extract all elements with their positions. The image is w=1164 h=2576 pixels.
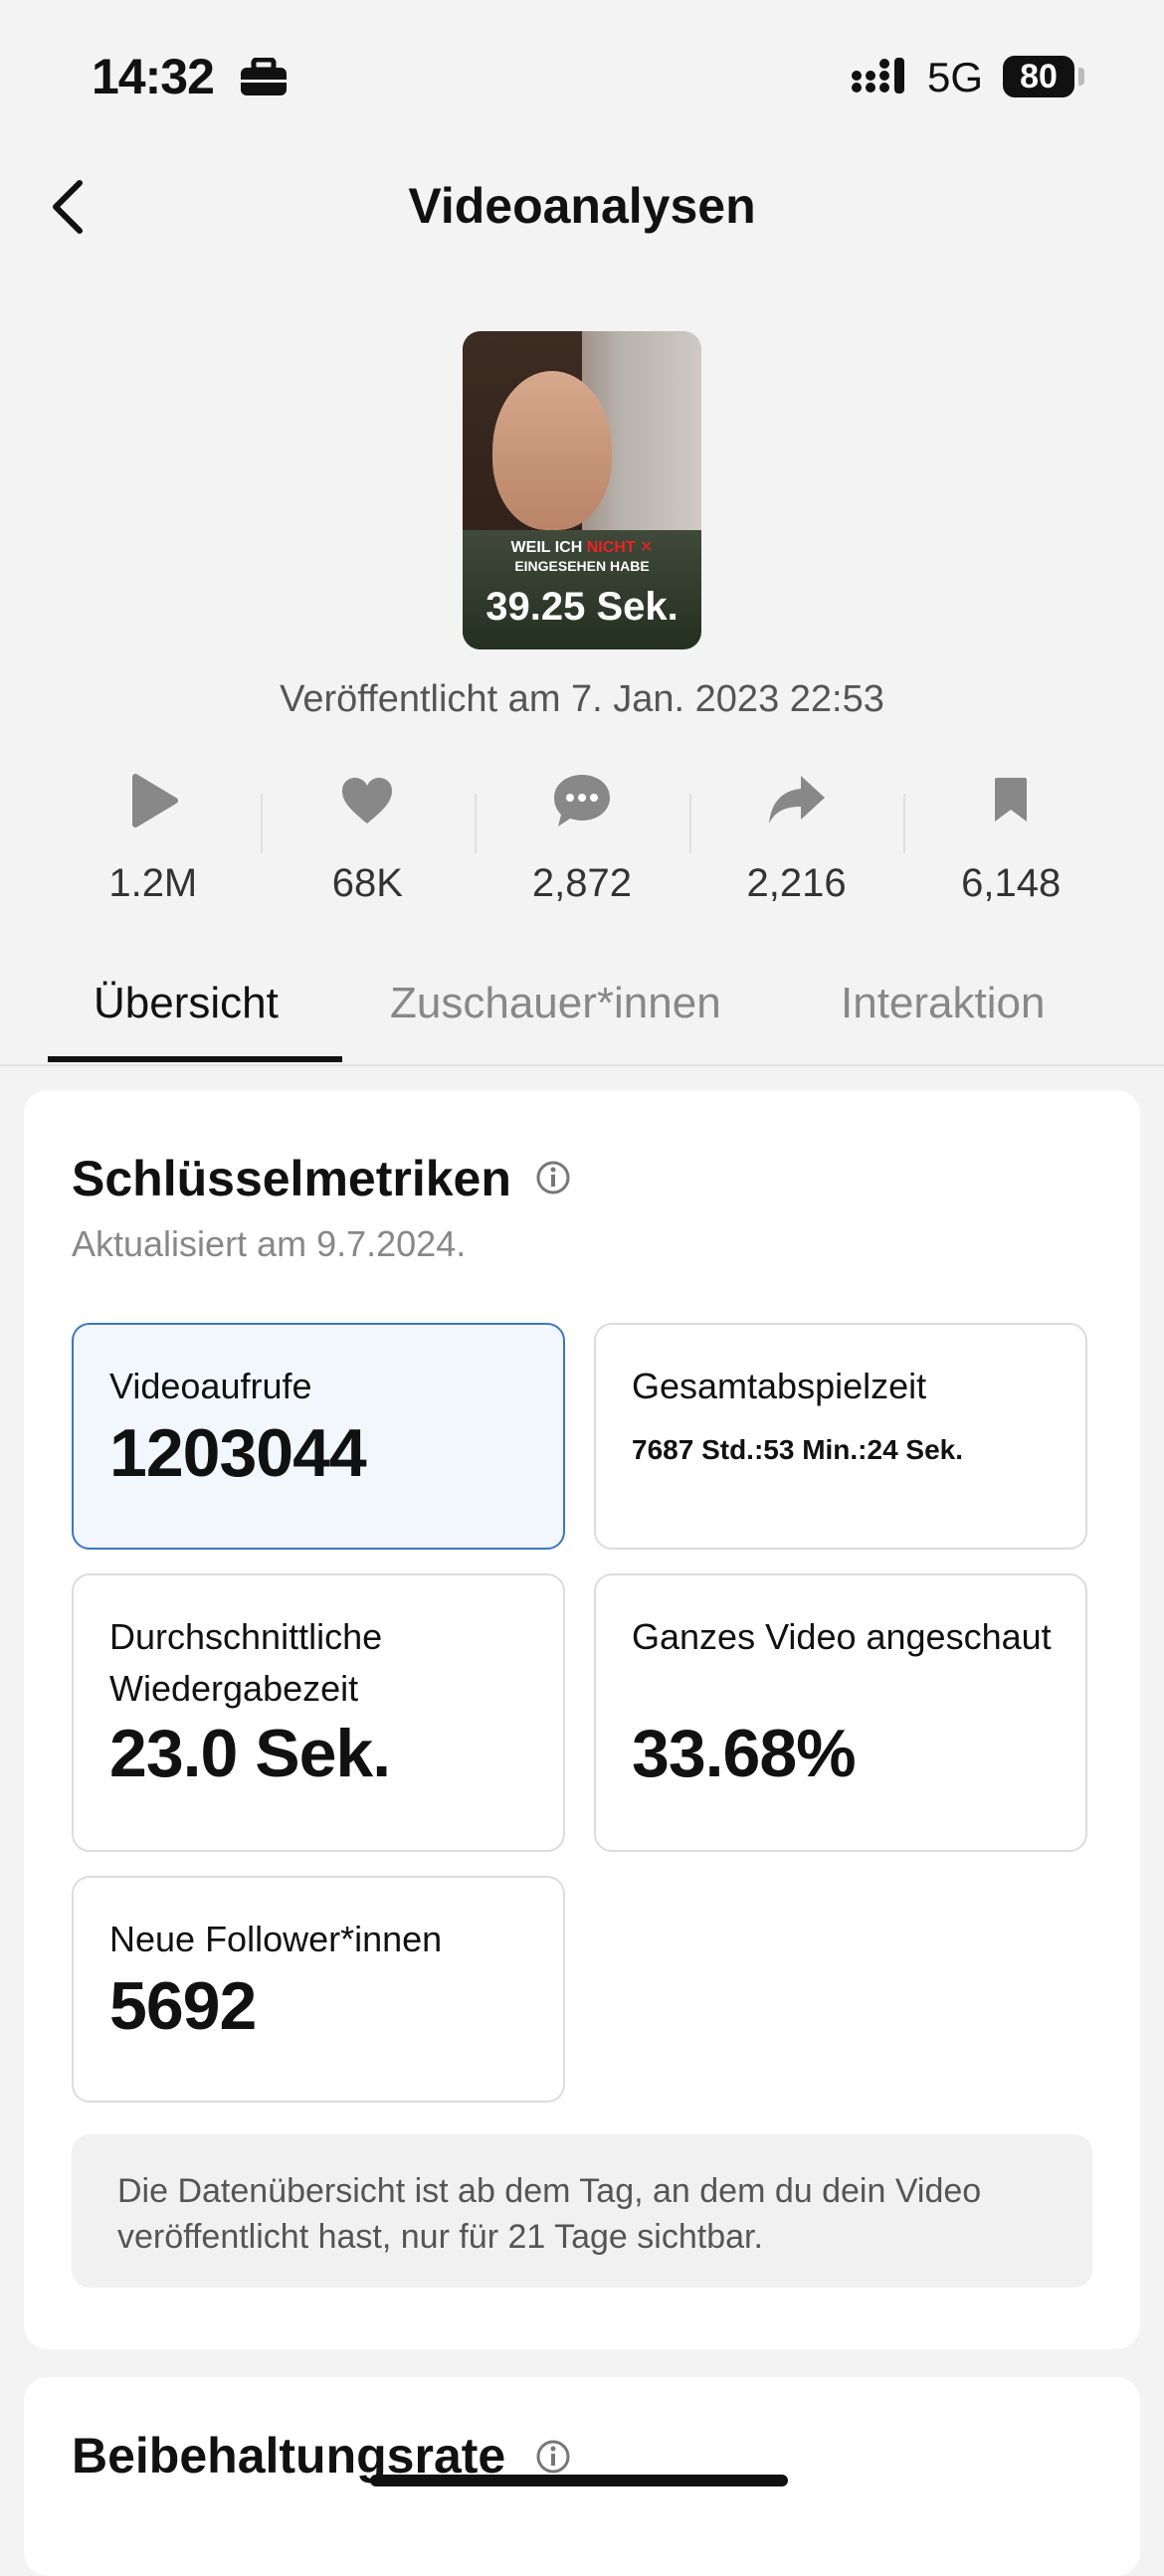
metric-label: Durchschnittliche Wiedergabezeit [109, 1616, 383, 1709]
share-icon [768, 776, 825, 824]
comment-icon [553, 775, 610, 827]
video-caption-line2: EINGESEHEN HABE [514, 558, 650, 574]
bookmark-icon [995, 778, 1028, 822]
battery-tip [1078, 68, 1084, 86]
metric-value: 7687 Std.:53 Min.:24 Sek. [632, 1434, 964, 1465]
updated-date: Aktualisiert am 9.7.2024. [72, 1223, 467, 1264]
active-tab-indicator [48, 1056, 342, 1062]
metric-value: 1203044 [109, 1415, 367, 1491]
tab-viewers[interactable]: Zuschauer*innen [390, 979, 721, 1028]
stat-value: 6,148 [961, 861, 1062, 905]
stat-value: 68K [331, 861, 403, 905]
battery-icon: 80 [1003, 56, 1074, 97]
status-bar: 14:32 5G 80 [0, 0, 1164, 149]
status-time: 14:32 [92, 49, 215, 104]
metric-value: 23.0 Sek. [109, 1716, 391, 1791]
info-icon[interactable] [535, 1160, 571, 1196]
thumbnail-face [492, 371, 612, 530]
stat-likes: 68K [260, 766, 476, 915]
stat-shares: 2,216 [688, 766, 904, 915]
data-availability-note: Die Datenübersicht ist ab dem Tag, an de… [72, 2134, 1092, 2288]
tab-engagement[interactable]: Interaktion [841, 979, 1045, 1028]
stat-comments: 2,872 [475, 766, 689, 915]
metric-label: Videoaufrufe [109, 1366, 312, 1406]
key-metrics-card: Schlüsselmetriken Aktualisiert am 9.7.20… [24, 1090, 1140, 2349]
metric-video-views[interactable]: Videoaufrufe 1203044 [72, 1323, 565, 1550]
briefcase-icon [239, 57, 289, 102]
metric-value: 33.68% [632, 1716, 857, 1791]
video-thumbnail[interactable]: WEIL ICH NICHT ✕ EINGESEHEN HABE 39.25 S… [463, 331, 701, 649]
tab-bar: Übersicht Zuschauer*innen Interaktion [0, 955, 1164, 1066]
metric-total-playtime[interactable]: Gesamtabspielzeit 7687 Std.:53 Min.:24 S… [594, 1323, 1087, 1550]
info-icon[interactable] [535, 2439, 571, 2475]
tab-overview[interactable]: Übersicht [94, 979, 279, 1028]
metric-full-video-watched[interactable]: Ganzes Video angeschaut 33.68% [594, 1573, 1087, 1852]
key-metrics-title: Schlüsselmetriken [72, 1151, 511, 1206]
metric-avg-watch-time[interactable]: Durchschnittliche Wiedergabezeit 23.0 Se… [72, 1573, 565, 1852]
published-date: Veröffentlicht am 7. Jan. 2023 22:53 [280, 678, 884, 720]
metric-label: Ganzes Video angeschaut [632, 1616, 1052, 1657]
stat-value: 1.2M [108, 861, 198, 905]
play-icon [131, 774, 178, 828]
metric-new-followers[interactable]: Neue Follower*innen 5692 [72, 1876, 565, 2103]
signal-icon [851, 58, 910, 102]
network-type: 5G [927, 54, 984, 100]
video-duration: 39.25 Sek. [485, 585, 679, 629]
video-stats: 1.2M 68K 2,872 2,216 6,148 [46, 766, 1118, 915]
stat-views: 1.2M [46, 766, 261, 915]
video-caption-line1: WEIL ICH NICHT ✕ [510, 539, 654, 556]
heart-icon [342, 778, 393, 824]
stat-value: 2,216 [746, 861, 847, 905]
metric-value: 5692 [109, 1968, 257, 2044]
page-title: Videoanalysen [408, 178, 756, 234]
metric-label: Neue Follower*innen [109, 1919, 443, 1959]
home-indicator[interactable] [370, 2475, 788, 2486]
stat-value: 2,872 [531, 861, 633, 905]
metric-label: Gesamtabspielzeit [632, 1366, 927, 1406]
stat-saves: 6,148 [903, 766, 1118, 915]
